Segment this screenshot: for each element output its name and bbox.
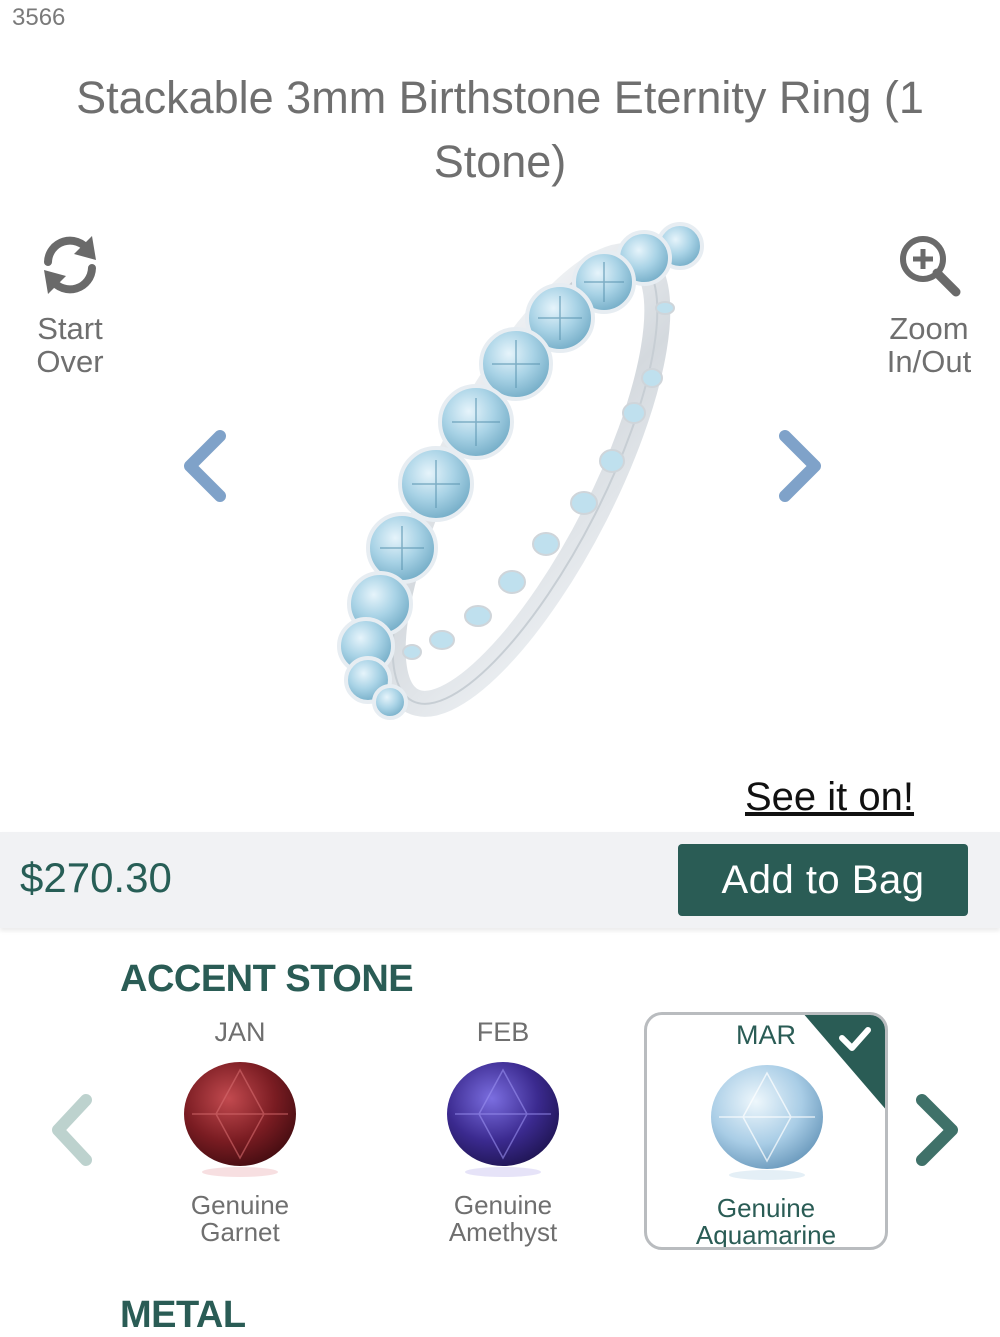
previous-image-arrow-icon[interactable] — [180, 430, 230, 502]
garnet-gem-icon — [184, 1062, 296, 1177]
start-over-label-line1: Start — [37, 311, 103, 346]
zoom-button[interactable]: Zoom In/Out — [870, 232, 988, 378]
next-image-arrow-icon[interactable] — [775, 430, 825, 502]
stone-name-line2: Garnet — [200, 1217, 280, 1247]
zoom-in-icon — [900, 236, 961, 297]
see-it-on-link[interactable]: See it on! — [745, 775, 914, 820]
page-title: Stackable 3mm Birthstone Eternity Ring (… — [76, 72, 924, 187]
stone-month: JAN — [214, 1017, 266, 1047]
stone-month: MAR — [736, 1020, 796, 1050]
accent-stone-heading: ACCENT STONE — [120, 958, 414, 1000]
amethyst-gem-icon — [447, 1062, 559, 1177]
zoom-label-line2: In/Out — [886, 344, 972, 379]
stone-option-amethyst[interactable]: FEB Genuine Amethyst — [383, 1012, 623, 1250]
stone-name-line1: Genuine — [453, 1190, 553, 1220]
purchase-bar: $270.30 Add to Bag — [0, 832, 1000, 928]
previous-stone-arrow-icon[interactable] — [50, 1094, 96, 1166]
stone-name-line1: Genuine — [190, 1190, 290, 1220]
add-to-bag-button[interactable]: Add to Bag — [678, 844, 968, 916]
stone-name-line2: Amethyst — [448, 1217, 558, 1247]
stone-option-garnet[interactable]: JAN Genuine Garnet — [120, 1012, 360, 1250]
next-stone-arrow-icon[interactable] — [912, 1094, 962, 1166]
stone-name-line1: Genuine — [716, 1193, 816, 1223]
aquamarine-gem-icon — [711, 1065, 823, 1180]
stone-month: FEB — [476, 1017, 530, 1047]
start-over-button[interactable]: Start Over — [18, 232, 122, 378]
product-sku: 3566 — [12, 4, 66, 31]
zoom-label-line1: Zoom — [889, 311, 969, 346]
refresh-icon — [44, 236, 96, 294]
start-over-label-line2: Over — [36, 344, 104, 379]
stone-name-line2: Aquamarine — [695, 1220, 837, 1250]
metal-heading: METAL — [120, 1294, 246, 1336]
ring-product-image — [337, 222, 704, 720]
product-price: $270.30 — [20, 854, 172, 901]
stone-option-aquamarine[interactable]: MAR Genuine Aquamarine — [644, 1012, 888, 1250]
